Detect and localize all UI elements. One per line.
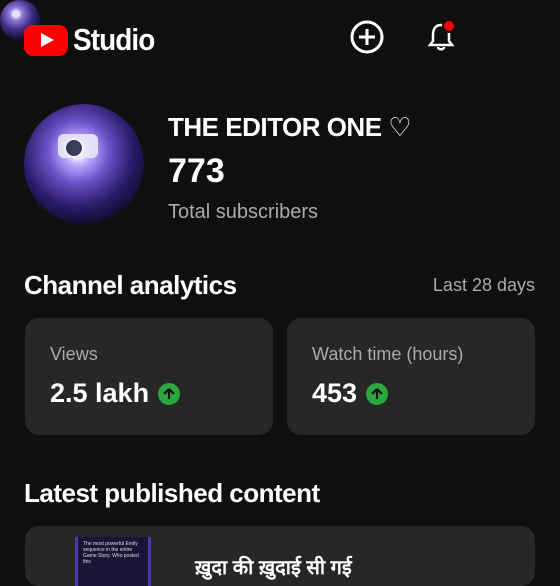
youtube-studio-logo[interactable]: Studio [24,22,163,58]
thumbnail-text: The most powerful Emily sequence in the … [83,541,139,565]
views-label: Views [50,344,98,364]
trend-up-icon [366,382,389,405]
create-button[interactable] [348,18,386,56]
top-app-bar: Studio [0,0,560,78]
latest-content-title: Latest published content [24,478,320,508]
channel-avatar[interactable] [24,104,144,224]
notification-dot [442,19,456,33]
date-range[interactable]: Last 28 days [433,275,535,296]
watch-time-label: Watch time (hours) [312,344,464,364]
app-name: Studio [73,22,155,57]
notifications-button[interactable] [422,18,460,56]
latest-content-item-title[interactable]: ख़ुदा की ख़ुदाई सी गई [195,553,352,580]
trend-up-icon [158,382,181,405]
video-thumbnail[interactable]: The most powerful Emily sequence in the … [75,537,151,586]
subscriber-label: Total subscribers [168,201,319,223]
watch-time-value: 453 [312,378,358,408]
channel-analytics-title: Channel analytics [24,270,237,300]
youtube-logo-icon [24,24,68,56]
views-value-row: 2.5 lakh [50,378,181,409]
watch-time-value-row: 453 [312,378,389,409]
views-value: 2.5 lakh [50,378,150,408]
plus-circle-icon [350,20,384,54]
views-card[interactable]: Views 2.5 lakh [25,318,273,435]
subscriber-count: 773 [168,152,225,190]
channel-name[interactable]: THE EDITOR ONE ♡ [168,112,412,143]
latest-content-card[interactable]: The most powerful Emily sequence in the … [25,526,535,586]
camera-image [58,134,98,158]
watch-time-card[interactable]: Watch time (hours) 453 [287,318,535,435]
